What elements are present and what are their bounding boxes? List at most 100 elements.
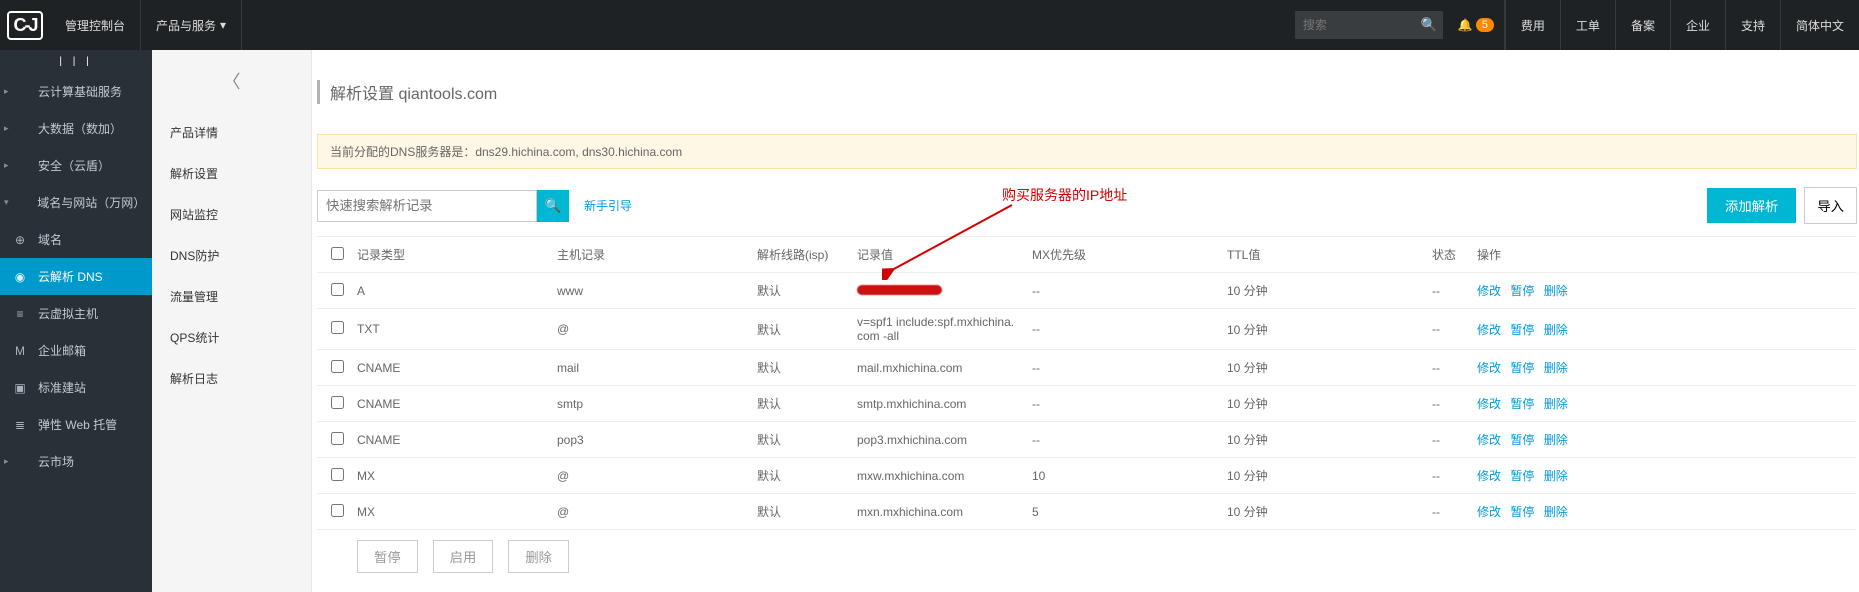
row-action-link[interactable]: 删除 [1544,397,1568,411]
row-action-link[interactable]: 删除 [1544,505,1568,519]
sidebar-item-icon: ≣ [12,418,28,432]
row-action-link[interactable]: 删除 [1544,469,1568,483]
subnav-item[interactable]: 网站监控 [152,194,311,235]
cell-isp: 默认 [757,395,857,412]
row-action-link[interactable]: 暂停 [1510,505,1534,519]
row-action-link[interactable]: 暂停 [1510,433,1534,447]
row-action-link[interactable]: 修改 [1477,469,1501,483]
table-body: Awww默认--10 分钟--修改 暂停 删除TXT@默认v=spf1 incl… [317,273,1857,530]
quick-search-button[interactable]: 🔍 [537,190,569,222]
subnav-list: 产品详情解析设置网站监控DNS防护流量管理QPS统计解析日志 [152,112,311,399]
sidebar-item[interactable]: ◉云解析 DNS [0,258,152,295]
row-action-link[interactable]: 暂停 [1510,397,1534,411]
sidebar-item[interactable]: ▸云计算基础服务 [0,73,152,110]
chevron-down-icon: ▾ [220,18,226,32]
cell-ttl: 10 分钟 [1227,503,1432,520]
sidebar-collapse[interactable]: | | | [0,50,152,73]
row-action-link[interactable]: 修改 [1477,323,1501,337]
table-row: CNAMEmail默认mail.mxhichina.com--10 分钟--修改… [317,350,1857,386]
sidebar-item[interactable]: ▸安全（云盾） [0,147,152,184]
topbar-search-input[interactable] [1295,11,1415,39]
quick-search-input[interactable] [317,190,537,222]
row-checkbox[interactable] [331,468,344,481]
cell-prio: 10 [1032,469,1227,483]
row-action-link[interactable]: 删除 [1544,323,1568,337]
crumb-domain: qiantools.com [398,86,497,103]
sidebar-item[interactable]: ≣弹性 Web 托管 [0,406,152,443]
row-action-link[interactable]: 修改 [1477,284,1501,298]
sidebar-item-icon: ▣ [12,381,28,395]
cell-type: MX [357,505,557,519]
row-action-link[interactable]: 暂停 [1510,284,1534,298]
records-table: 记录类型 主机记录 解析线路(isp) 记录值 MX优先级 TTL值 状态 操作… [317,236,1857,573]
sidebar-item-label: 企业邮箱 [38,342,86,359]
table-footer-actions: 暂停启用删除 [317,530,1857,573]
sidebar-item[interactable]: ⊕域名 [0,221,152,258]
row-action-link[interactable]: 暂停 [1510,361,1534,375]
cell-prio: -- [1032,361,1227,375]
row-checkbox[interactable] [331,396,344,409]
cell-ttl: 10 分钟 [1227,282,1432,299]
sidebar-item[interactable]: ▣标准建站 [0,369,152,406]
sidebar-item[interactable]: ▾域名与网站（万网） [0,184,152,221]
footer-button[interactable]: 暂停 [357,540,418,573]
import-button[interactable]: 导入 [1804,187,1857,224]
row-action-link[interactable]: 删除 [1544,284,1568,298]
cell-prio: -- [1032,433,1227,447]
subnav-item[interactable]: 解析日志 [152,358,311,399]
row-checkbox[interactable] [331,321,344,334]
topbar-search-button[interactable]: 🔍 [1415,11,1443,39]
filing-link[interactable]: 备案 [1615,0,1670,50]
select-all-checkbox[interactable] [331,247,344,260]
sidebar-list: ▸云计算基础服务▸大数据（数加）▸安全（云盾）▾域名与网站（万网）⊕域名◉云解析… [0,73,152,480]
sidebar-item[interactable]: ▸大数据（数加） [0,110,152,147]
dns-server-alert: 当前分配的DNS服务器是：dns29.hichina.com, dns30.hi… [317,134,1857,169]
language-link[interactable]: 简体中文 [1780,0,1859,50]
cell-value: pop3.mxhichina.com [857,433,1032,447]
search-icon: 🔍 [1421,17,1438,32]
support-link[interactable]: 支持 [1725,0,1780,50]
logo[interactable]: C‑J [0,0,50,50]
cell-ttl: 10 分钟 [1227,359,1432,376]
subnav-back[interactable]: 〈 [152,50,311,112]
row-action-link[interactable]: 删除 [1544,361,1568,375]
cell-ops: 修改 暂停 删除 [1477,321,1857,338]
footer-button[interactable]: 删除 [508,540,569,573]
sidebar-item-label: 大数据（数加） [38,120,122,137]
cell-value [857,284,1032,298]
cell-status: -- [1432,397,1477,411]
console-link[interactable]: 管理控制台 [50,0,141,50]
fee-link[interactable]: 费用 [1505,0,1560,50]
subnav-item[interactable]: DNS防护 [152,235,311,276]
subnav-item[interactable]: QPS统计 [152,317,311,358]
sidebar-item[interactable]: ≡云虚拟主机 [0,295,152,332]
subnav-item[interactable]: 解析设置 [152,153,311,194]
row-action-link[interactable]: 修改 [1477,433,1501,447]
guide-link[interactable]: 新手引导 [584,197,632,214]
subnav-item[interactable]: 产品详情 [152,112,311,153]
sidebar-item[interactable]: M企业邮箱 [0,332,152,369]
subnav-item[interactable]: 流量管理 [152,276,311,317]
sidebar-item[interactable]: ▸云市场 [0,443,152,480]
cell-status: -- [1432,505,1477,519]
sidebar-item-icon: ≡ [12,307,28,321]
row-checkbox[interactable] [331,504,344,517]
enterprise-link[interactable]: 企业 [1670,0,1725,50]
row-checkbox[interactable] [331,432,344,445]
notification-bell[interactable]: 🔔 5 [1448,0,1505,50]
row-action-link[interactable]: 修改 [1477,505,1501,519]
row-action-link[interactable]: 暂停 [1510,469,1534,483]
row-checkbox[interactable] [331,283,344,296]
footer-button[interactable]: 启用 [433,540,494,573]
row-action-link[interactable]: 修改 [1477,361,1501,375]
products-link[interactable]: 产品与服务▾ [141,0,242,50]
header-status: 状态 [1432,246,1477,263]
ticket-link[interactable]: 工单 [1560,0,1615,50]
row-checkbox[interactable] [331,360,344,373]
row-action-link[interactable]: 删除 [1544,433,1568,447]
cell-status: -- [1432,361,1477,375]
row-action-link[interactable]: 修改 [1477,397,1501,411]
row-action-link[interactable]: 暂停 [1510,323,1534,337]
add-record-button[interactable]: 添加解析 [1707,188,1796,223]
sidebar-item-label: 域名与网站（万网） [37,194,140,211]
